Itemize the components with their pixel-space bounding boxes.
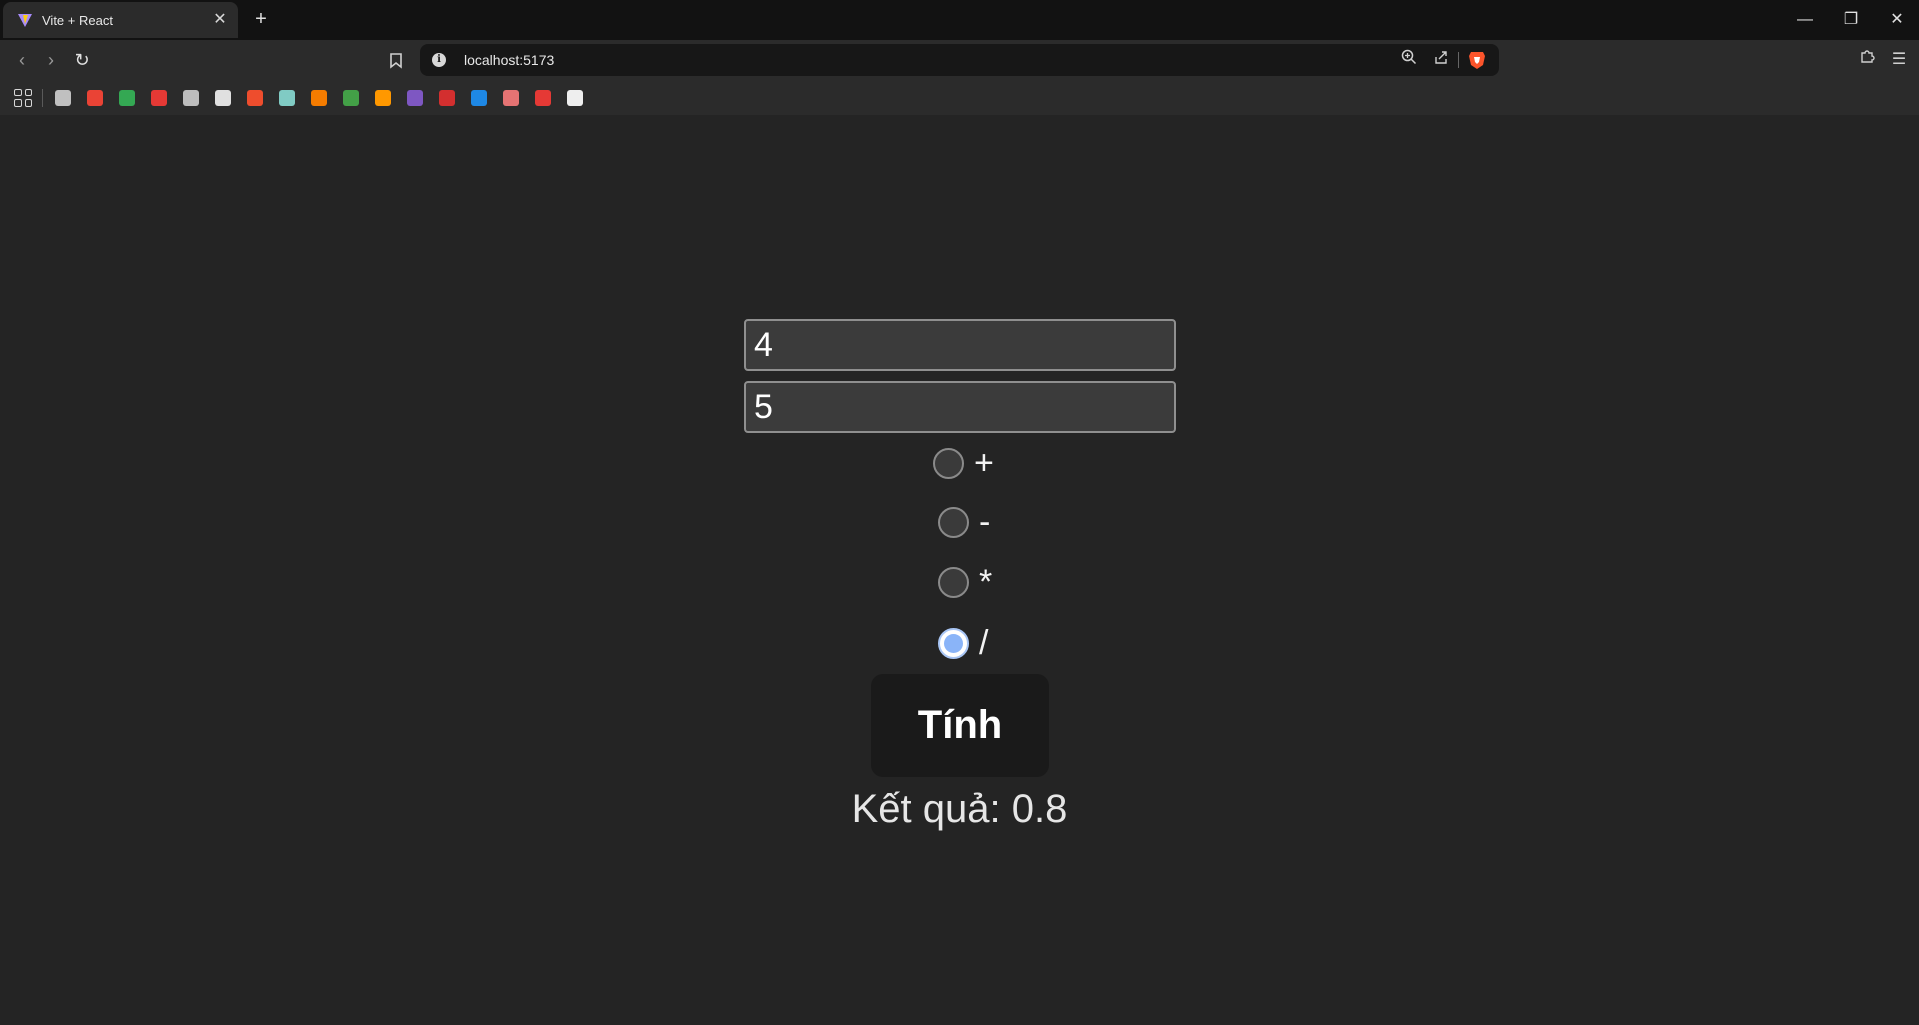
site-info-icon[interactable]: i — [432, 53, 446, 67]
forward-icon[interactable]: › — [37, 46, 65, 74]
restore-icon[interactable]: ❐ — [1837, 6, 1865, 34]
radio-divide[interactable] — [938, 627, 969, 659]
google-drive-icon[interactable] — [119, 89, 135, 106]
close-tab-icon[interactable]: ✕ — [212, 12, 228, 28]
bookmark-red-bird-icon[interactable] — [439, 89, 455, 106]
tab-strip: Vite + React ✕ + — ❐ ✕ — [0, 0, 1919, 40]
operation-add-label: + — [974, 444, 994, 482]
operation-divide-label: / — [979, 624, 989, 662]
apps-grid-icon[interactable] — [14, 88, 32, 107]
radio-multiply[interactable] — [938, 566, 969, 598]
radio-add[interactable] — [933, 447, 964, 479]
shopee-icon[interactable] — [247, 89, 263, 106]
url-text[interactable]: localhost:5173 — [464, 52, 1388, 68]
second-number-input[interactable] — [744, 381, 1176, 433]
bookmark-green-icon[interactable] — [343, 89, 359, 106]
bookmark-hand-icon[interactable] — [375, 89, 391, 106]
back-icon[interactable]: ‹ — [8, 46, 36, 74]
vite-icon — [18, 14, 32, 27]
operation-multiply-label: * — [979, 563, 993, 601]
bookmarks-divider — [42, 88, 43, 107]
share-icon[interactable] — [1430, 49, 1452, 71]
bookmarks-bar — [0, 80, 1919, 115]
operation-add-option[interactable]: + — [933, 443, 994, 483]
bookmark-tnk-icon[interactable] — [535, 89, 551, 106]
bookmark-white-icon[interactable] — [567, 89, 583, 106]
operation-subtract-label: - — [979, 503, 991, 541]
zoom-icon[interactable] — [1398, 49, 1420, 71]
calculate-button[interactable]: Tính — [871, 674, 1049, 777]
tab-title: Vite + React — [42, 12, 113, 28]
close-window-icon[interactable]: ✕ — [1883, 6, 1911, 34]
new-tab-icon[interactable]: + — [250, 8, 272, 30]
brave-shields-icon[interactable] — [1467, 49, 1487, 71]
apple-icon[interactable] — [55, 89, 71, 106]
bookmark-page-icon[interactable] — [386, 46, 406, 74]
bookmark-file-icon[interactable] — [183, 89, 199, 106]
bookmark-shield-icon[interactable] — [503, 89, 519, 106]
first-number-input[interactable] — [744, 319, 1176, 371]
minimize-icon[interactable]: — — [1791, 6, 1819, 34]
operation-multiply-option[interactable]: * — [938, 562, 992, 602]
bookmark-purple-play-icon[interactable] — [407, 89, 423, 106]
browser-tab[interactable]: Vite + React ✕ — [3, 2, 238, 38]
bookmark-map-icon[interactable] — [279, 89, 295, 106]
operation-subtract-option[interactable]: - — [938, 502, 990, 542]
address-bar[interactable]: i localhost:5173 — [420, 44, 1499, 76]
gmail-icon[interactable] — [87, 89, 103, 106]
operation-divide-option[interactable]: / — [938, 623, 988, 663]
result-text: Kết quả: 0.8 — [851, 787, 1068, 831]
bookmark-orange-play-icon[interactable] — [311, 89, 327, 106]
reload-icon[interactable]: ↻ — [68, 46, 96, 74]
extensions-icon[interactable] — [1853, 46, 1881, 74]
bookmark-red-icon[interactable] — [151, 89, 167, 106]
omnibox-divider — [1458, 52, 1459, 68]
bookmark-list — [55, 89, 599, 106]
browser-toolbar: ‹ › ↻ i localhost:5173 ☰ — [0, 40, 1919, 80]
zing-icon[interactable] — [471, 89, 487, 106]
radio-subtract[interactable] — [938, 506, 969, 538]
menu-icon[interactable]: ☰ — [1885, 46, 1913, 74]
page-content: + - * / Tính Kết quả: 0.8 — [0, 115, 1919, 1025]
bookmark-circle-icon[interactable] — [215, 89, 231, 106]
